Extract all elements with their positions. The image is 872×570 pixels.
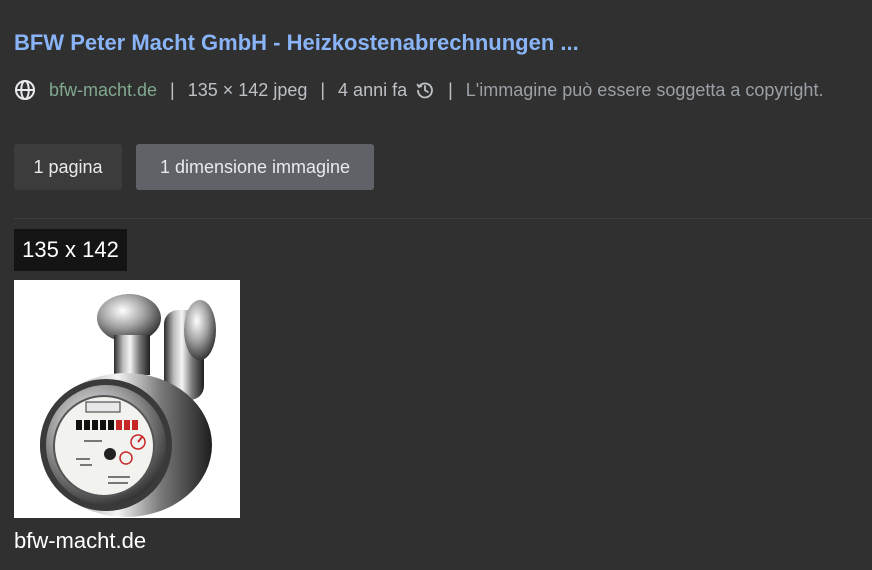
copyright-notice: L'immagine può essere soggetta a copyrig… bbox=[465, 79, 824, 100]
result-title-link[interactable]: BFW Peter Macht GmbH - Heizkostenabrechn… bbox=[14, 30, 579, 56]
meta-separator: | bbox=[448, 79, 453, 100]
water-meter-illustration bbox=[40, 294, 216, 517]
result-domain-link[interactable]: bfw-macht.de bbox=[49, 80, 157, 101]
image-sizes-filter-button[interactable]: 1 dimensione immagine bbox=[136, 144, 374, 190]
image-age: 4 anni fa bbox=[338, 79, 408, 100]
image-size-label: 135 x 142 bbox=[14, 229, 127, 271]
image-thumbnail[interactable] bbox=[14, 280, 240, 518]
meta-separator: | bbox=[170, 79, 175, 100]
section-divider bbox=[14, 218, 872, 219]
result-meta-row: bfw-macht.de | 135 × 142 jpeg | 4 anni f… bbox=[14, 78, 823, 102]
thumbnail-source-caption[interactable]: bfw-macht.de bbox=[14, 528, 146, 554]
globe-icon bbox=[14, 79, 36, 101]
pages-filter-button[interactable]: 1 pagina bbox=[14, 144, 122, 190]
meta-separator: | bbox=[320, 79, 326, 100]
history-icon bbox=[415, 80, 435, 100]
image-dimensions: 135 × 142 jpeg bbox=[187, 79, 308, 100]
